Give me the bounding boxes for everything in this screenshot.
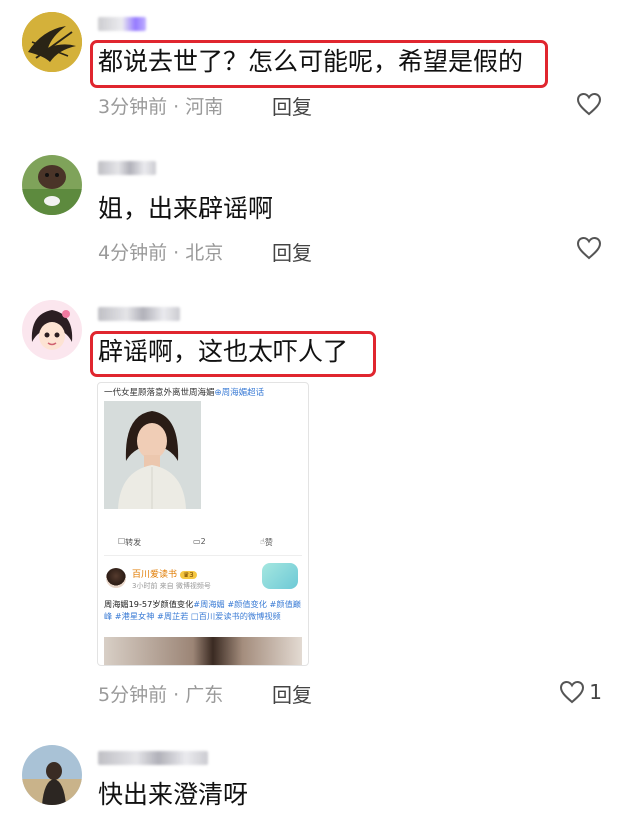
like-count: 1: [589, 680, 602, 704]
embed-account-name: 百川爱读书 ♛3: [132, 567, 197, 580]
user-avatar[interactable]: [22, 745, 82, 805]
reply-button[interactable]: 回复: [272, 679, 312, 708]
username-redacted: [98, 17, 146, 31]
avatar-beach-icon: [22, 745, 82, 805]
comment-text: 辟谣啊，这也太吓人了: [98, 337, 349, 366]
woman-portrait-image: [104, 401, 201, 509]
comment-text: 快出来澄清呀: [98, 780, 249, 809]
embed-video-thumbnail: [104, 637, 302, 665]
avatar-artwork-icon: [22, 12, 82, 72]
like-button[interactable]: 1: [559, 680, 602, 704]
embed-topic-tag: ⊕周海媚超话: [214, 388, 265, 398]
comment-meta: 3分钟前 · 河南: [98, 96, 224, 118]
comment-text: 姐，出来辟谣啊: [98, 194, 274, 223]
username-redacted: [98, 751, 208, 765]
reply-button[interactable]: 回复: [272, 91, 312, 120]
user-avatar[interactable]: [22, 300, 82, 360]
embed-account-badge: ♛3: [180, 571, 197, 579]
embed-body-text: 周海媚19-57岁颜值变化#周海媚 #颜值变化 #颜值巅峰 #港星女神 #周芷若…: [104, 598, 302, 622]
repost-text: 转发: [125, 538, 142, 547]
comment-meta: 4分钟前 · 北京: [98, 242, 224, 264]
heart-outline-icon: [560, 680, 585, 704]
username-redacted: [98, 307, 180, 321]
user-avatar[interactable]: [22, 12, 82, 72]
embed-sticker-icon: [262, 563, 298, 589]
embed-body-suffix: □百川爱读书的微博视频: [191, 611, 281, 621]
username-redacted: [98, 161, 156, 175]
comment-image-attachment[interactable]: 一代女星顾落意外离世周海媚⊕周海媚超话 ☐ 转发 ▭ 2 ☝ 赞 百川爱读书 ♛3…: [97, 382, 309, 666]
embed-account-avatar: [106, 568, 126, 588]
like-button[interactable]: [576, 92, 602, 116]
repost-label: ☐ 转发: [118, 537, 142, 547]
reply-button[interactable]: 回复: [272, 237, 312, 266]
like-button[interactable]: [576, 236, 602, 260]
embed-body-prefix: 周海媚19-57岁颜值变化: [104, 599, 194, 609]
embed-title: 一代女星顾落意外离世周海媚⊕周海媚超话: [104, 386, 264, 398]
comment-text: 都说去世了？怎么可能呢，希望是假的: [98, 47, 524, 76]
comment-item: 都说去世了？怎么可能呢，希望是假的 3分钟前 · 河南 回复: [0, 0, 640, 130]
comment-count-text: 2: [200, 537, 206, 546]
heart-outline-icon: [576, 236, 602, 260]
embed-like-text: 赞: [264, 538, 273, 547]
embed-post-time: 3小时前 来自 微博视频号: [132, 582, 211, 590]
user-avatar[interactable]: [22, 155, 82, 215]
avatar-cartoon-girl-icon: [22, 300, 82, 360]
comment-item: 辟谣啊，这也太吓人了 5分钟前 · 广东 回复 1: [0, 280, 640, 720]
embed-account-text: 百川爱读书: [132, 570, 178, 580]
comment-meta: 5分钟前 · 广东: [98, 684, 224, 706]
heart-outline-icon: [576, 92, 602, 116]
embed-title-text: 一代女星顾落意外离世周海媚: [104, 388, 215, 398]
comment-count: ▭ 2: [193, 537, 206, 546]
comment-item: 姐，出来辟谣啊 4分钟前 · 北京 回复: [0, 130, 640, 280]
embed-like-label: ☝ 赞: [260, 537, 273, 547]
comment-item: 快出来澄清呀: [0, 720, 640, 822]
divider: [104, 555, 302, 556]
embed-photo: [104, 401, 201, 509]
avatar-dog-icon: [22, 155, 82, 215]
